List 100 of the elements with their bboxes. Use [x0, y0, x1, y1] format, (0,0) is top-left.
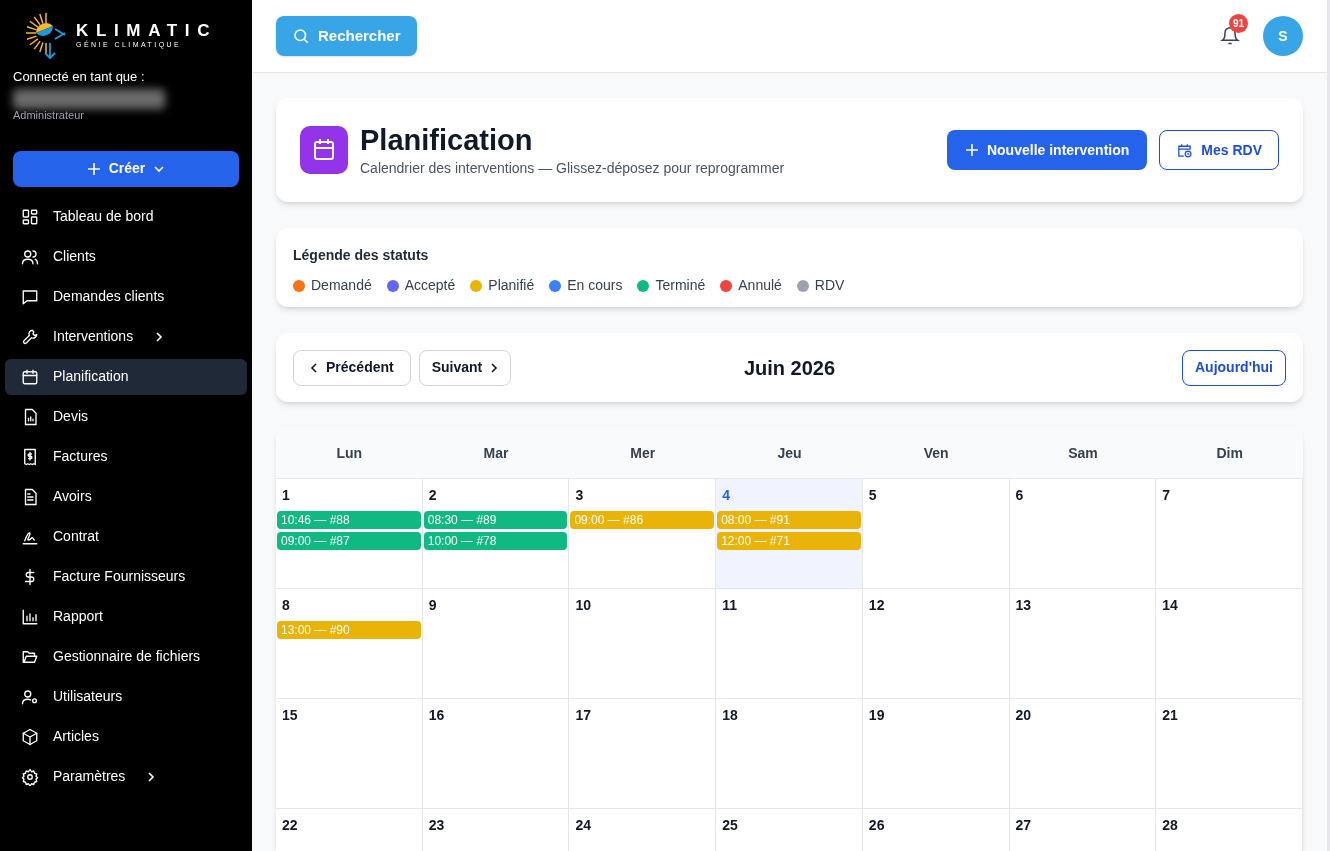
- chevron-right-icon: [490, 361, 499, 374]
- weekday-header: Jeu: [777, 443, 802, 463]
- previous-button[interactable]: Précédent: [293, 349, 411, 386]
- day-number: 10: [574, 596, 592, 615]
- day-number: 26: [867, 816, 886, 835]
- day-number: 15: [281, 706, 299, 725]
- day-cell[interactable]: 19: [862, 699, 1010, 808]
- day-cell[interactable]: 12: [862, 589, 1010, 698]
- dashboard-icon: [21, 207, 39, 226]
- logged-in-caption: Connecté en tant que :: [13, 68, 146, 86]
- chevron-right-icon: [155, 330, 164, 343]
- day-cell[interactable]: 5: [862, 479, 1010, 588]
- day-number: 19: [867, 706, 886, 725]
- sidebar-item[interactable]: Facture Fournisseurs: [5, 558, 247, 595]
- day-cell[interactable]: 22: [276, 809, 423, 851]
- sidebar-item[interactable]: Factures: [5, 438, 247, 475]
- sidebar-item[interactable]: Clients: [5, 238, 247, 275]
- sidebar-item[interactable]: Paramètres: [5, 758, 247, 795]
- sidebar-item[interactable]: Articles: [5, 718, 247, 755]
- legend-label: Demandé: [311, 276, 372, 295]
- day-number: 22: [281, 816, 299, 835]
- day-number: 11: [721, 596, 738, 615]
- day-number: 5: [867, 486, 878, 505]
- today-button[interactable]: Aujourd'hui: [1182, 349, 1286, 386]
- wrench-icon: [21, 327, 39, 346]
- appointments-button[interactable]: Mes RDV: [1159, 130, 1279, 170]
- day-number: 24: [574, 816, 592, 835]
- day-number: 12: [867, 596, 886, 615]
- legend-label: Planifié: [488, 276, 535, 295]
- day-cell[interactable]: 10: [569, 589, 717, 698]
- users-icon: [21, 247, 39, 266]
- gear-icon: [21, 767, 39, 786]
- user-role: Administrateur: [13, 108, 85, 121]
- chevron-right-icon: [147, 770, 156, 783]
- day-number: 4: [721, 486, 731, 505]
- cube-icon: [21, 727, 39, 746]
- day-cell[interactable]: 11: [716, 589, 863, 698]
- legend-label: RDV: [814, 276, 845, 295]
- day-cell[interactable]: 21: [1156, 699, 1303, 808]
- sidebar-item[interactable]: Gestionnaire de fichiers: [5, 638, 247, 675]
- sidebar-item[interactable]: Tableau de bord: [5, 198, 247, 235]
- day-number: 27: [1014, 816, 1033, 835]
- day-cell[interactable]: 9: [422, 589, 570, 698]
- page-subtitle: Calendrier des interventions — Glissez-déposez pour reprogrammer: [360, 158, 785, 178]
- day-cell[interactable]: 15: [276, 699, 423, 808]
- day-number: 3: [574, 486, 585, 505]
- sidebar-item[interactable]: Avoirs: [5, 478, 247, 515]
- day-cell[interactable]: 6: [1009, 479, 1157, 588]
- sidebar-item[interactable]: Utilisateurs: [5, 678, 247, 715]
- plus-icon: [964, 143, 979, 157]
- sidebar-item[interactable]: Devis: [5, 398, 247, 435]
- day-cell[interactable]: 7: [1156, 479, 1303, 588]
- page-title: Planification: [360, 122, 534, 158]
- legend-title: Légende des statuts: [293, 246, 430, 265]
- day-number: 8: [281, 596, 291, 615]
- day-cell[interactable]: 17: [569, 699, 717, 808]
- sidebar-item[interactable]: Rapport: [5, 598, 247, 635]
- weekday-header: Ven: [923, 443, 949, 463]
- notification-bell-icon[interactable]: [1220, 26, 1240, 46]
- sidebar-item[interactable]: Contrat: [5, 518, 247, 555]
- day-cell[interactable]: 8 13:00 — #90: [276, 589, 423, 698]
- day-cell[interactable]: 23: [422, 809, 570, 851]
- chevron-left-icon: [310, 361, 318, 374]
- day-cell[interactable]: 28: [1156, 809, 1303, 851]
- notification-count: 91: [1229, 14, 1249, 33]
- weekday-header: Lun: [336, 443, 363, 463]
- weekday-header: Sam: [1068, 443, 1098, 463]
- day-cell[interactable]: 3 09:00 — #86: [569, 479, 717, 588]
- bar-chart-icon: [21, 607, 39, 626]
- sidebar-item[interactable]: Planification: [5, 358, 247, 395]
- day-number: 16: [427, 706, 446, 725]
- day-number: 20: [1014, 706, 1033, 725]
- day-number: 1: [281, 486, 291, 505]
- chevron-down-icon: [153, 164, 166, 173]
- day-number: 14: [1161, 596, 1179, 615]
- chat-bubble-icon: [21, 287, 39, 306]
- day-number: 13: [1014, 596, 1033, 615]
- calendar-icon: [21, 367, 39, 386]
- sidebar-item[interactable]: Interventions: [5, 318, 247, 355]
- day-number: 18: [721, 706, 739, 725]
- calendar-icon: [300, 126, 348, 174]
- sidebar-item[interactable]: Demandes clients: [5, 278, 247, 315]
- day-number: 2: [427, 486, 438, 505]
- day-cell[interactable]: 13: [1009, 589, 1157, 698]
- legend-label: En cours: [567, 276, 623, 295]
- logo-wordmark: KLIMATIC: [76, 22, 218, 40]
- search-icon: [292, 27, 310, 45]
- day-cell[interactable]: 20: [1009, 699, 1157, 808]
- new-intervention-button[interactable]: Nouvelle intervention: [946, 130, 1148, 170]
- day-cell[interactable]: 24: [569, 809, 717, 851]
- day-cell[interactable]: 26: [862, 809, 1010, 851]
- day-cell[interactable]: 16: [422, 699, 570, 808]
- day-cell[interactable]: 25: [716, 809, 863, 851]
- next-button[interactable]: Suivant: [418, 349, 512, 386]
- calendar-clock-icon: [1176, 141, 1194, 159]
- day-cell[interactable]: 18: [716, 699, 863, 808]
- day-cell[interactable]: 27: [1009, 809, 1157, 851]
- create-button[interactable]: Créer: [13, 150, 239, 187]
- day-number: 21: [1161, 706, 1179, 725]
- day-cell[interactable]: 14: [1156, 589, 1303, 698]
